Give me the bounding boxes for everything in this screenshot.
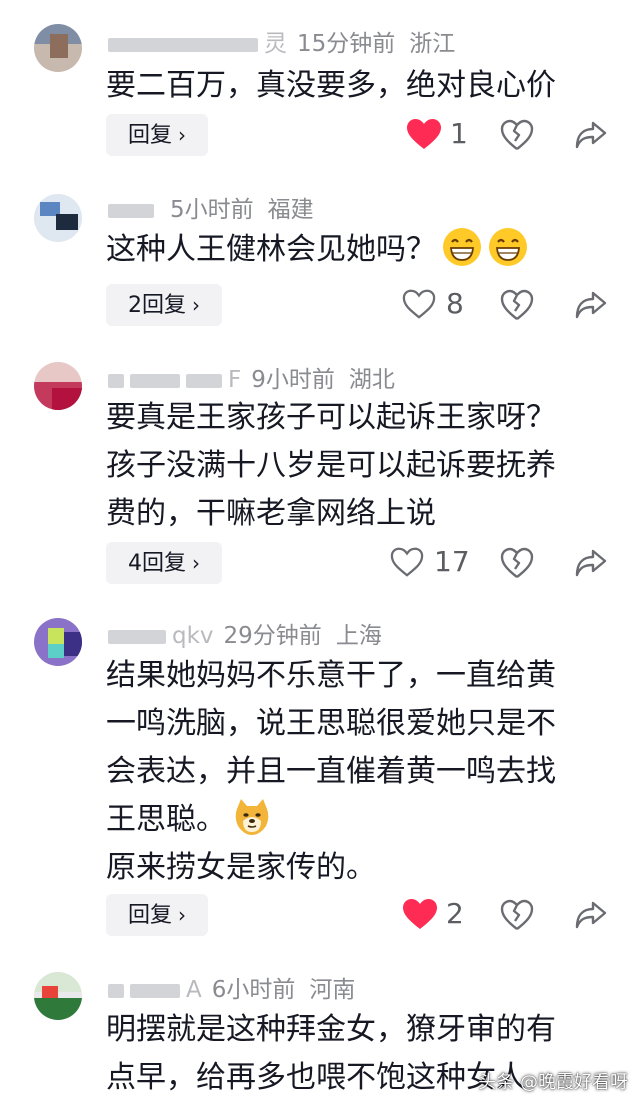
- reply-label: 回复: [128, 903, 173, 928]
- like-count: 8: [446, 287, 464, 320]
- dislike-heart-icon[interactable]: [500, 546, 534, 580]
- reply-button[interactable]: 回复 ›: [106, 114, 209, 156]
- comment-line: 这种人王健林会见她吗？: [106, 226, 606, 274]
- comment-location: 上海: [335, 623, 382, 649]
- dislike-heart-icon[interactable]: [500, 898, 534, 932]
- share-icon[interactable]: [574, 898, 608, 932]
- username[interactable]: A: [108, 972, 202, 1008]
- comment-meta: A 6小时前 河南: [108, 972, 355, 1008]
- comment-text: 结果她妈妈不乐意干了，一直给黄 一鸣洗脑，说王思聪很爱她只是不 会表达，并且一直…: [106, 652, 606, 892]
- reply-label: 回复: [128, 123, 173, 148]
- username[interactable]: F: [108, 362, 241, 398]
- share-icon[interactable]: [574, 546, 608, 580]
- username[interactable]: [108, 192, 160, 228]
- grin-emoji-icon: [443, 228, 481, 266]
- chevron-right-icon: ›: [178, 123, 187, 147]
- comment-meta: qkv 29分钟前 上海: [108, 618, 382, 654]
- grin-emoji-icon: [489, 228, 527, 266]
- chevron-right-icon: ›: [192, 551, 200, 575]
- watermark: 头条 @晚霞好看呀: [478, 1072, 628, 1093]
- chevron-right-icon: ›: [192, 293, 200, 317]
- avatar[interactable]: [34, 24, 82, 72]
- comment-location: 河南: [309, 977, 356, 1003]
- comment-text: 要真是王家孩子可以起诉王家呀？ 孩子没满十八岁是可以起诉要抚养 费的，干嘛老拿网…: [106, 394, 606, 538]
- comment-line: 一鸣洗脑，说王思聪很爱她只是不: [106, 706, 556, 741]
- share-icon[interactable]: [574, 118, 608, 152]
- comment-line: 原来捞女是家传的。: [106, 850, 376, 885]
- comment-text: 这种人王健林会见她吗？: [106, 226, 606, 274]
- heart-filled-icon: [407, 119, 441, 149]
- comment-line: 要真是王家孩子可以起诉王家呀？: [106, 400, 556, 435]
- comment-meta: 5小时前 福建: [108, 192, 314, 228]
- comment-time: 29分钟前: [223, 623, 322, 649]
- comment-line: 要二百万，真没要多，绝对良心价: [106, 68, 556, 103]
- comment-line: 结果她妈妈不乐意干了，一直给黄: [106, 658, 556, 693]
- share-icon[interactable]: [574, 288, 608, 322]
- comment-location: 福建: [267, 197, 314, 223]
- comment-meta: F 9小时前 湖北: [108, 362, 395, 398]
- comment-location: 浙江: [409, 31, 456, 57]
- reply-label: 4回复: [128, 551, 186, 576]
- like-count: 17: [434, 545, 470, 578]
- like-count: 1: [450, 117, 468, 150]
- reply-button[interactable]: 回复 ›: [106, 894, 209, 936]
- username[interactable]: qkv: [108, 618, 214, 654]
- comment-time: 15分钟前: [297, 31, 396, 57]
- reply-button[interactable]: 2回复 ›: [106, 284, 222, 326]
- comment-text: 要二百万，真没要多，绝对良心价: [106, 62, 606, 110]
- avatar[interactable]: [34, 194, 82, 242]
- comment-line: 明摆就是这种拜金女，獠牙审的有: [106, 1012, 556, 1047]
- avatar[interactable]: [34, 618, 82, 666]
- chevron-right-icon: ›: [178, 903, 187, 927]
- comment-time: 6小时前: [211, 977, 296, 1003]
- dislike-heart-icon[interactable]: [500, 118, 534, 152]
- reply-button[interactable]: 4回复 ›: [106, 542, 222, 584]
- avatar[interactable]: [34, 972, 82, 1020]
- reply-label: 2回复: [128, 293, 186, 318]
- comment-location: 湖北: [348, 367, 395, 393]
- username[interactable]: 灵: [108, 26, 287, 62]
- comment-line: 费的，干嘛老拿网络上说: [106, 496, 436, 531]
- comment-line: 孩子没满十八岁是可以起诉要抚养: [106, 448, 556, 483]
- avatar[interactable]: [34, 362, 82, 410]
- heart-outline-icon: [390, 547, 424, 577]
- comment-line: 王思聪。: [106, 796, 606, 844]
- comment-time: 9小时前: [251, 367, 335, 393]
- like-count: 2: [446, 897, 464, 930]
- comment-time: 5小时前: [170, 197, 254, 223]
- heart-outline-icon: [402, 289, 436, 319]
- dislike-heart-icon[interactable]: [500, 288, 534, 322]
- doge-emoji-icon: [235, 799, 269, 835]
- comment-meta: 灵 15分钟前 浙江: [108, 26, 455, 62]
- comment-line: 会表达，并且一直催着黄一鸣去找: [106, 754, 556, 789]
- heart-filled-icon: [403, 899, 437, 929]
